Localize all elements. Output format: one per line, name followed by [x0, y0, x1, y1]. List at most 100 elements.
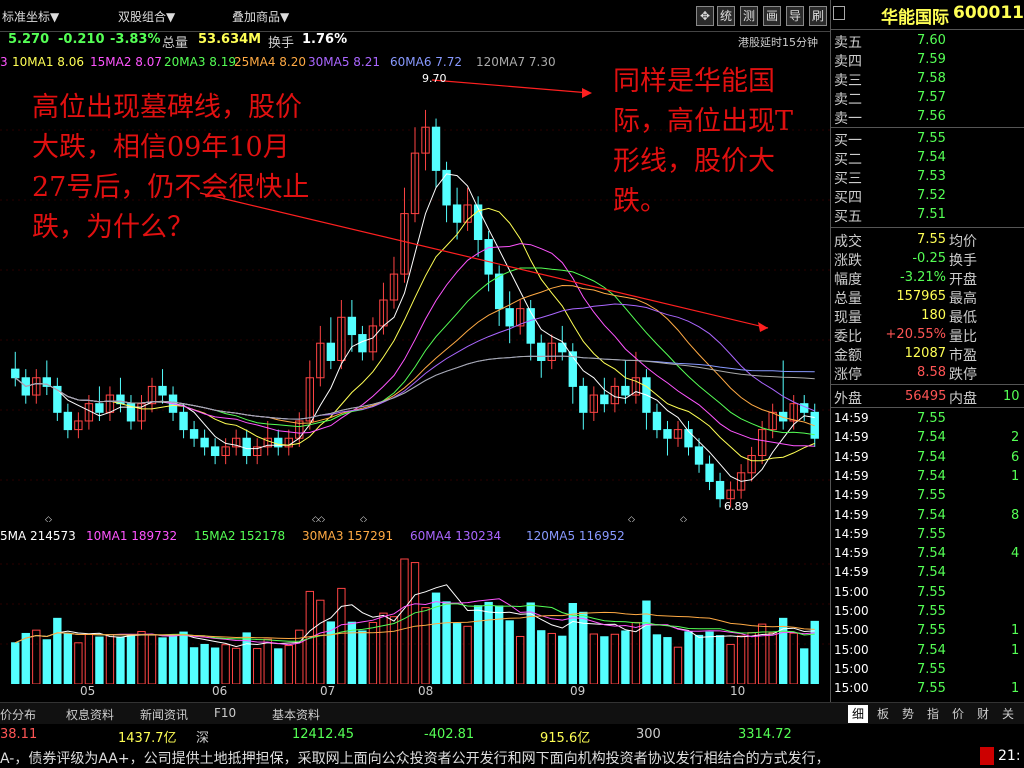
candle-body	[526, 308, 535, 344]
volume-bar	[32, 629, 41, 684]
volume-bar	[757, 623, 767, 684]
tick-time: 14:59	[834, 488, 869, 503]
tick-time: 14:59	[834, 411, 869, 425]
volume-bar	[368, 621, 378, 684]
stat-value: -0.25	[912, 251, 946, 266]
bid-price: 7.54	[917, 150, 946, 165]
quote-price: 5.270	[8, 32, 50, 47]
volume-ma-line	[15, 603, 815, 644]
tick-price: 7.55	[917, 488, 946, 504]
volume-bar	[158, 637, 167, 684]
volume-bar	[11, 642, 20, 684]
inner-label: 内盘	[949, 391, 977, 407]
tick-volume: 1	[1011, 468, 1020, 484]
candle-body	[11, 368, 20, 379]
tab-f10[interactable]: F10	[214, 706, 236, 720]
draw-button[interactable]: 画	[763, 6, 781, 26]
volume-bar	[484, 601, 493, 684]
bottom-tab-bar: 价分布 权息资料 新闻资讯 F10 基本资料	[0, 702, 830, 724]
panel-tab[interactable]: 指	[923, 705, 943, 723]
coord-mode-dropdown[interactable]: 标准坐标▼	[2, 8, 59, 25]
overlay-dropdown[interactable]: 叠加商品▼	[232, 8, 289, 25]
alert-icon[interactable]	[980, 747, 994, 765]
stat-label: 总量	[834, 291, 862, 307]
panel-tab[interactable]: 细	[848, 705, 868, 723]
tick-time: 14:59	[834, 507, 869, 522]
stat-label: 涨停	[834, 367, 862, 383]
tick-price: 7.55	[917, 623, 946, 639]
candle-body	[63, 411, 73, 431]
tab-basic-info[interactable]: 基本资料	[272, 706, 320, 723]
volume-bar	[537, 630, 546, 684]
move-icon[interactable]: ✥	[696, 6, 714, 26]
tab-news[interactable]: 新闻资讯	[140, 706, 188, 723]
delay-note: 港股延时15分钟	[738, 36, 818, 49]
ask-label: 卖四	[834, 54, 862, 70]
candle-body	[621, 385, 630, 396]
stock-code: 600011	[953, 3, 1024, 23]
refresh-button[interactable]: 刷	[809, 6, 827, 26]
candle-body	[242, 437, 251, 457]
panel-tab[interactable]: 财	[973, 705, 993, 723]
volume-bar	[74, 642, 83, 684]
turnover-label: 换手	[268, 36, 295, 51]
tick-volume: 8	[1011, 507, 1020, 523]
panel-tab[interactable]: 价	[948, 705, 968, 723]
ask-label: 卖三	[834, 73, 862, 89]
ask-label: 卖一	[834, 111, 862, 127]
export-button[interactable]: 导	[786, 6, 804, 26]
stat-label: 幅度	[834, 272, 862, 288]
marker-diamond: ◇	[628, 515, 635, 522]
panel-toggle-icon[interactable]	[833, 6, 845, 20]
volume-bar	[547, 632, 556, 684]
stat-label: 委比	[834, 329, 862, 345]
volume-bar	[379, 612, 388, 684]
stat-value: +20.55%	[885, 327, 946, 342]
stat-label-right: 开盘	[949, 272, 977, 288]
tick-time: 15:00	[834, 661, 869, 676]
stat-value: -3.21%	[900, 270, 946, 285]
panel-tab[interactable]: 势	[898, 705, 918, 723]
quote-panel: 华能国际 600011 外盘 56495 内盘 10 卖五 7.60 卖四 7.59 卖…	[830, 0, 1024, 724]
volume-bar	[621, 630, 630, 684]
tick-time: 14:59	[834, 546, 869, 561]
stat-value: 12087	[904, 346, 946, 361]
stock-name: 华能国际	[881, 8, 949, 28]
marker-diamond: ◇	[45, 515, 52, 522]
panel-tab[interactable]: 板	[873, 705, 893, 723]
candle-body	[505, 308, 514, 327]
arrowhead	[582, 88, 592, 98]
stat-value: 8.58	[917, 365, 946, 380]
status-value: 3314.72	[738, 727, 792, 742]
volume-bar	[263, 638, 272, 684]
ma-legend-item: 20MA3 8.19	[164, 55, 236, 69]
tab-rights-info[interactable]: 权息资料	[66, 706, 114, 723]
clock: 21:	[998, 748, 1021, 764]
ma-legend-item: 3	[0, 55, 8, 69]
x-axis: 05 06 07 08 09 10	[0, 684, 830, 700]
volume-bar	[210, 647, 220, 684]
volume-bar	[231, 647, 241, 684]
volume-bar	[389, 616, 399, 684]
volume-bar	[410, 562, 420, 684]
x-tick-10: 10	[730, 684, 746, 698]
tab-price-distribution[interactable]: 价分布	[0, 706, 36, 723]
quote-pct: -3.83%	[110, 32, 161, 47]
candle-body	[694, 446, 704, 465]
annotation-left: 高位出现墓碑线，股价大跌，相信09年10月27号后，仍不会很快止跌，为什么？	[32, 92, 310, 243]
tick-price: 7.55	[917, 584, 946, 600]
ask-price: 7.60	[917, 33, 946, 48]
candle-body	[652, 411, 662, 431]
dual-stock-dropdown[interactable]: 双股组合▼	[118, 8, 175, 25]
quote-volume: 53.634M	[198, 32, 262, 47]
panel-tab[interactable]: 关	[998, 705, 1018, 723]
volume-bar	[126, 634, 136, 684]
stat-button[interactable]: 统	[717, 6, 735, 26]
stat-value: 157965	[896, 289, 946, 304]
tick-price: 7.54	[917, 565, 946, 581]
measure-button[interactable]: 测	[740, 6, 758, 26]
tick-volume: 1	[1011, 681, 1020, 697]
ask-label: 卖二	[834, 92, 862, 108]
ma-legend-item: 15MA2 8.07	[90, 55, 162, 69]
tick-price: 7.54	[917, 449, 946, 465]
